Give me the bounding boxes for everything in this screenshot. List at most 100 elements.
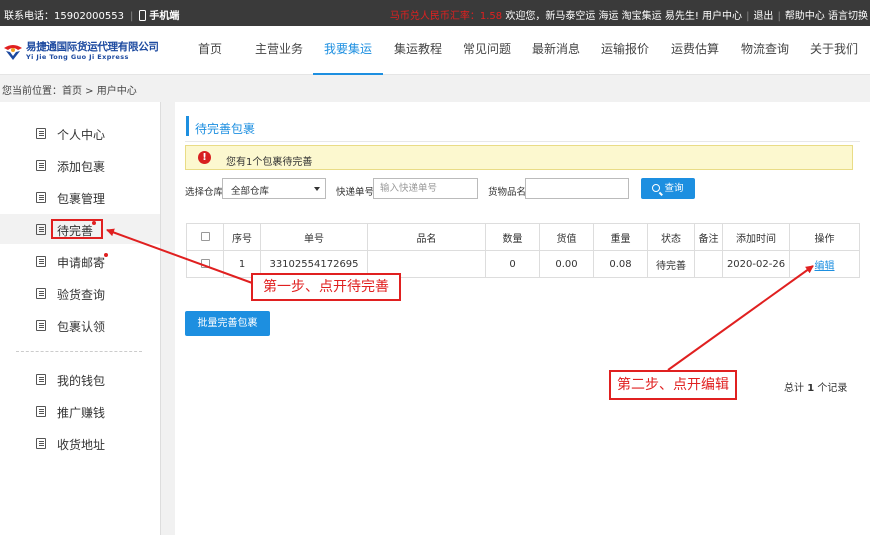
pending-packages-table: 序号 单号 品名 数量 货值 重量 状态 备注 添加时间 操作 1 331025… — [186, 223, 860, 278]
sidebar-item-add-package[interactable]: 添加包裹 — [0, 150, 160, 180]
column-header: 品名 — [367, 223, 486, 251]
help-center-link[interactable]: 帮助中心 — [785, 11, 825, 22]
column-header: 序号 — [223, 223, 261, 251]
document-icon — [36, 320, 46, 331]
search-button[interactable]: 查询 — [641, 178, 695, 199]
breadcrumb: 您当前位置：首页 > 用户中心 — [2, 86, 137, 97]
annotation-highlight-box — [51, 219, 103, 239]
nav-consolidation[interactable]: 我要集运 — [313, 26, 383, 75]
document-icon — [36, 192, 46, 203]
warehouse-select[interactable]: 全部仓库 — [222, 178, 326, 199]
top-bar-right: 马币兑人民币汇率：1.58 欢迎您，新马泰空运 海运 淘宝集运 易先生! 用户中… — [389, 11, 868, 22]
row-checkbox[interactable] — [200, 259, 210, 268]
nav-home[interactable]: 首页 — [193, 26, 227, 75]
sidebar-item-label: 收货地址 — [57, 438, 106, 452]
nav-fee-estimate[interactable]: 运费估算 — [671, 26, 719, 75]
nav-news[interactable]: 最新消息 — [532, 26, 580, 75]
document-icon — [36, 128, 46, 139]
product-name-label: 货物品名 — [488, 187, 527, 198]
nav-about[interactable]: 关于我们 — [810, 26, 858, 75]
annotation-step2: 第二步、点开编辑 — [609, 370, 737, 400]
logo-mark-icon — [4, 45, 22, 60]
row-select-cell — [186, 250, 224, 278]
logo-name-en: Yi Jie Tong Guo Ji Express — [26, 53, 129, 61]
sidebar-item-label: 验货查询 — [57, 288, 106, 302]
document-icon — [36, 438, 46, 449]
sidebar-item-label: 个人中心 — [57, 128, 106, 142]
document-icon — [36, 160, 46, 171]
nav-tracking[interactable]: 物流查询 — [741, 26, 789, 75]
column-header: 货值 — [539, 223, 594, 251]
record-total: 总计 1 个记录 — [784, 379, 847, 394]
title-divider — [185, 141, 860, 142]
sidebar-item-label: 包裹认领 — [57, 320, 106, 334]
sidebar-item-label: 申请邮寄 — [57, 256, 106, 270]
sidebar-item-shipping-address[interactable]: 收货地址 — [0, 428, 160, 458]
sidebar-item-package-claim[interactable]: 包裹认领 — [0, 310, 160, 340]
sidebar-item-label: 我的钱包 — [57, 374, 106, 388]
table-cell: 编辑 — [789, 250, 860, 278]
notice-banner: ! 您有1个包裹待完善 — [185, 145, 853, 170]
mobile-phone-icon — [139, 10, 147, 21]
sidebar-item-apply-mailing[interactable]: 申请邮寄 — [0, 246, 160, 276]
column-header: 数量 — [485, 223, 540, 251]
top-bar: 联系电话：15902000553 | 手机端 马币兑人民币汇率：1.58 欢迎您，新… — [0, 0, 870, 26]
document-icon — [36, 256, 46, 267]
column-header: 状态 — [647, 223, 695, 251]
mobile-link[interactable]: 手机端 — [149, 11, 179, 22]
search-button-label: 查询 — [664, 183, 684, 194]
notification-dot — [104, 253, 108, 257]
nav-tutorial[interactable]: 集运教程 — [394, 26, 442, 75]
warning-icon: ! — [198, 151, 211, 164]
column-header: 备注 — [694, 223, 723, 251]
sidebar-item-label: 推广赚钱 — [57, 406, 106, 420]
chevron-down-icon — [314, 187, 320, 191]
column-header: 添加时间 — [722, 223, 790, 251]
table-cell: 0.08 — [593, 250, 648, 278]
logout-link[interactable]: 退出 — [753, 11, 773, 22]
tracking-label: 快递单号 — [336, 187, 375, 198]
logo[interactable]: 易捷通国际货运代理有限公司 Yi Jie Tong Guo Ji Express — [2, 38, 159, 64]
column-header: 重量 — [593, 223, 648, 251]
top-bar-left: 联系电话：15902000553 | 手机端 — [4, 10, 180, 22]
nav-faq[interactable]: 常见问题 — [463, 26, 511, 75]
tracking-number-input[interactable] — [373, 178, 478, 199]
sidebar-item-inspection-query[interactable]: 验货查询 — [0, 278, 160, 308]
sidebar-divider — [16, 351, 142, 352]
sidebar-item-label: 包裹管理 — [57, 192, 106, 206]
column-header: 操作 — [789, 223, 860, 251]
sidebar: 个人中心 添加包裹 包裹管理 待完善 申请邮寄 验货查询 包裹认领 我的钱包 推… — [0, 102, 161, 535]
table-cell: 待完善 — [647, 250, 695, 278]
nav-quotes[interactable]: 运输报价 — [601, 26, 649, 75]
annotation-step1: 第一步、点开待完善 — [251, 273, 401, 301]
document-icon — [36, 406, 46, 417]
notice-message: 您有1个包裹待完善 — [226, 157, 313, 168]
warehouse-select-value: 全部仓库 — [231, 186, 270, 197]
document-icon — [36, 288, 46, 299]
select-all-checkbox[interactable] — [200, 232, 210, 241]
sidebar-item-wallet[interactable]: 我的钱包 — [0, 364, 160, 394]
nav-main-business[interactable]: 主营业务 — [255, 26, 303, 75]
sidebar-item-referral[interactable]: 推广赚钱 — [0, 396, 160, 426]
warehouse-label: 选择仓库 — [185, 187, 224, 198]
column-header: 单号 — [260, 223, 368, 251]
document-icon — [36, 224, 46, 235]
language-switch-link[interactable]: 语言切换 — [828, 11, 868, 22]
total-prefix: 总计 — [784, 383, 804, 394]
title-accent-bar — [186, 116, 189, 136]
logo-name-cn: 易捷通国际货运代理有限公司 — [26, 41, 159, 53]
document-icon — [36, 374, 46, 385]
user-center-link[interactable]: 用户中心 — [702, 11, 742, 22]
sidebar-item-label: 添加包裹 — [57, 160, 106, 174]
sidebar-item-package-management[interactable]: 包裹管理 — [0, 182, 160, 212]
contact-phone: 联系电话：15902000553 — [4, 11, 124, 22]
welcome-text: 欢迎您，新马泰空运 海运 淘宝集运 易先生! — [505, 11, 699, 22]
select-all-cell — [186, 223, 224, 251]
product-name-input[interactable] — [525, 178, 629, 199]
batch-complete-button[interactable]: 批量完善包裹 — [185, 311, 270, 336]
table-cell: 2020-02-26 — [722, 250, 790, 278]
main-panel: 待完善包裹 ! 您有1个包裹待完善 选择仓库 全部仓库 快递单号 货物品名 查询… — [175, 102, 870, 535]
table-header-row: 序号 单号 品名 数量 货值 重量 状态 备注 添加时间 操作 — [186, 223, 860, 251]
sidebar-item-personal-center[interactable]: 个人中心 — [0, 118, 160, 148]
edit-link[interactable]: 编辑 — [815, 261, 835, 272]
